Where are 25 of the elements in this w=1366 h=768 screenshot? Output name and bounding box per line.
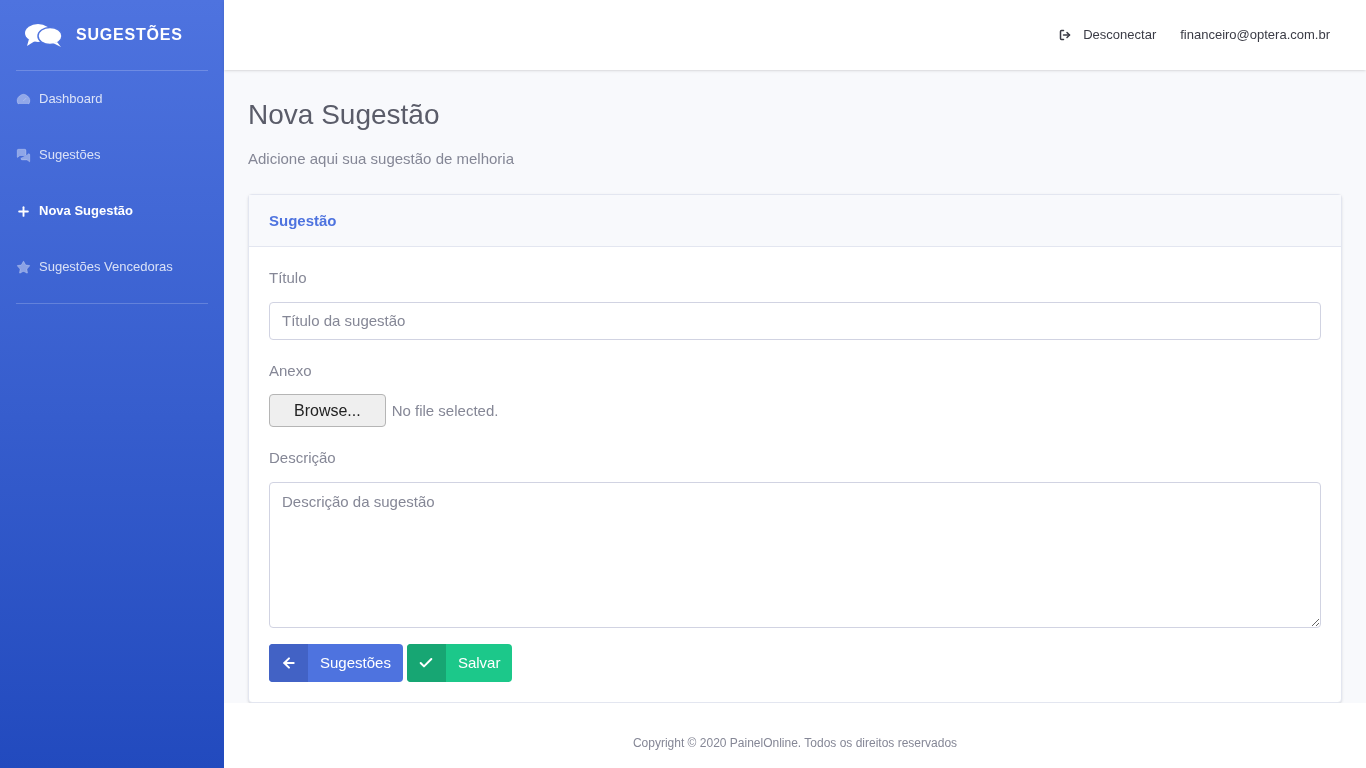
plus-icon [16, 203, 31, 219]
gauge-icon [16, 91, 31, 107]
chat-bubbles-icon [24, 22, 64, 48]
chat-bubbles-icon [16, 147, 31, 163]
sidebar-item[interactable]: Sugestões [16, 127, 208, 183]
description-textarea[interactable]: Descrição da sugestão [269, 481, 1321, 628]
copyright-text: Copyright © 2020 PainelOnline. Todos os direitos reservados [632, 735, 958, 753]
page-title: Nova Sugestão [248, 97, 441, 132]
logout-link[interactable]: Desconectar [1059, 25, 1157, 45]
browse-button[interactable]: Browse... [269, 394, 386, 428]
title-input[interactable]: Título da sugestão [269, 301, 1321, 340]
file-status: No file selected. [391, 400, 499, 421]
sidebar-item[interactable]: Dashboard [16, 71, 208, 127]
card-title: Sugestão [269, 210, 337, 231]
page-subtitle: Adicione aqui sua sugestão de melhoria [248, 148, 515, 169]
star-icon [16, 259, 31, 275]
user-email: financeiro@optera.com.br [1180, 26, 1330, 45]
field-label: Anexo [269, 360, 313, 381]
back-button[interactable]: Sugestões [269, 643, 403, 682]
sidebar-item[interactable]: Nova Sugestão [16, 183, 208, 239]
field-label: Descrição [269, 448, 337, 469]
field-label: Título [269, 268, 308, 289]
brand-title: SUGESTÕES [76, 24, 183, 45]
sidebar-item[interactable]: Sugestões Vencedoras [16, 239, 208, 295]
logout-icon [1059, 29, 1072, 41]
